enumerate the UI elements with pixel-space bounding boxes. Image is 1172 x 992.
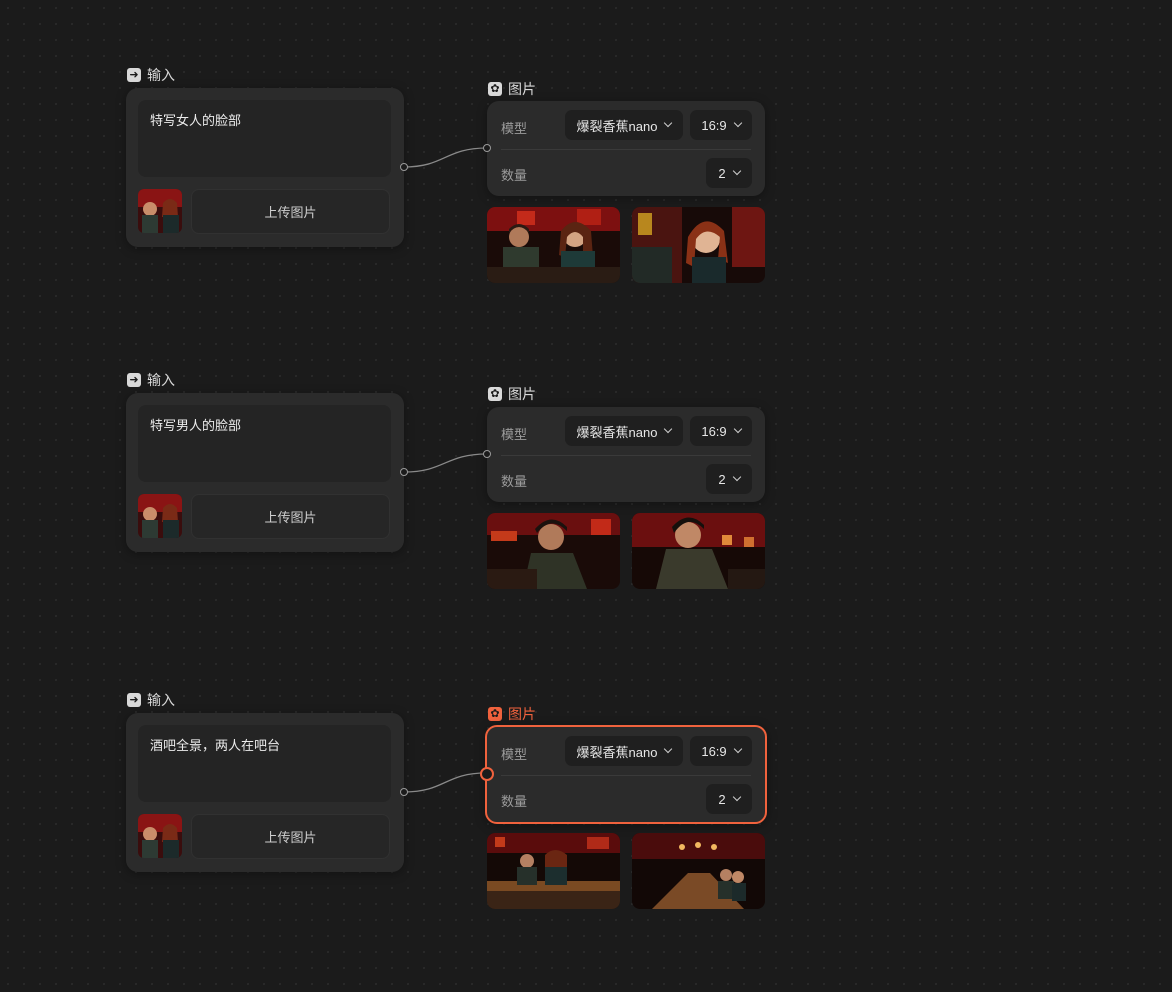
generated-image-content bbox=[632, 207, 765, 283]
connection-wire bbox=[403, 147, 488, 168]
count-select[interactable]: 2 bbox=[706, 158, 752, 188]
count-value: 2 bbox=[718, 165, 726, 181]
output-port[interactable] bbox=[400, 163, 408, 171]
count-value: 2 bbox=[718, 791, 726, 807]
image-icon: ✿ bbox=[488, 707, 502, 721]
image-icon: ✿ bbox=[488, 387, 502, 401]
input-port-active[interactable] bbox=[480, 767, 494, 781]
generated-image[interactable] bbox=[632, 833, 765, 909]
model-value: 爆裂香蕉nano bbox=[576, 118, 658, 134]
image-node-title: ✿ 图片 bbox=[488, 704, 536, 724]
count-label: 数量 bbox=[501, 794, 528, 809]
count-value: 2 bbox=[718, 471, 726, 487]
chevron-down-icon bbox=[733, 744, 742, 754]
chevron-down-icon bbox=[732, 166, 741, 176]
model-label: 模型 bbox=[501, 121, 528, 136]
upload-image-button[interactable]: 上传图片 bbox=[191, 494, 390, 539]
input-port[interactable] bbox=[483, 450, 491, 458]
generated-image-content bbox=[632, 833, 765, 909]
generated-image[interactable] bbox=[632, 513, 765, 589]
divider bbox=[501, 455, 751, 456]
image-node-label: 图片 bbox=[508, 706, 536, 722]
workflow-canvas[interactable]: ➜ 输入 特写女人的脸部 上传图片 ✿ 图片 模型 爆裂香蕉nano 16:9 … bbox=[0, 0, 1172, 992]
ratio-value: 16:9 bbox=[701, 117, 727, 133]
ratio-select[interactable]: 16:9 bbox=[690, 110, 752, 140]
generated-image-content bbox=[487, 513, 620, 589]
prompt-textarea[interactable]: 酒吧全景，两人在吧台 bbox=[138, 725, 391, 802]
image-node[interactable]: 模型 爆裂香蕉nano 16:9 数量 2 bbox=[487, 101, 765, 196]
ratio-value: 16:9 bbox=[701, 743, 727, 759]
model-select[interactable]: 爆裂香蕉nano bbox=[565, 110, 683, 140]
count-label: 数量 bbox=[501, 474, 528, 489]
reference-image[interactable] bbox=[138, 189, 182, 233]
generated-image-content bbox=[487, 833, 620, 909]
ratio-value: 16:9 bbox=[701, 423, 727, 439]
reference-thumbnail bbox=[138, 494, 182, 538]
model-label: 模型 bbox=[501, 427, 528, 442]
upload-image-button[interactable]: 上传图片 bbox=[191, 814, 390, 859]
input-node[interactable]: 酒吧全景，两人在吧台 上传图片 bbox=[126, 713, 404, 872]
image-icon: ✿ bbox=[488, 82, 502, 96]
model-value: 爆裂香蕉nano bbox=[576, 424, 658, 440]
chevron-down-icon bbox=[732, 792, 741, 802]
divider bbox=[501, 149, 751, 150]
generated-image-content bbox=[487, 207, 620, 283]
ratio-select[interactable]: 16:9 bbox=[690, 736, 752, 766]
reference-image[interactable] bbox=[138, 814, 182, 858]
image-node[interactable]: 模型 爆裂香蕉nano 16:9 数量 2 bbox=[487, 407, 765, 502]
input-node[interactable]: 特写男人的脸部 上传图片 bbox=[126, 393, 404, 552]
image-node-title: ✿ 图片 bbox=[488, 79, 536, 99]
chevron-down-icon bbox=[732, 472, 741, 482]
model-value: 爆裂香蕉nano bbox=[576, 744, 658, 760]
generated-image-content bbox=[632, 513, 765, 589]
reference-thumbnail bbox=[138, 189, 182, 233]
image-node-title: ✿ 图片 bbox=[488, 384, 536, 404]
input-node-label: 输入 bbox=[147, 67, 175, 83]
reference-image[interactable] bbox=[138, 494, 182, 538]
image-node-label: 图片 bbox=[508, 386, 536, 402]
upload-image-button[interactable]: 上传图片 bbox=[191, 189, 390, 234]
model-label: 模型 bbox=[501, 747, 528, 762]
connection-wire bbox=[403, 772, 487, 793]
chevron-down-icon bbox=[733, 118, 742, 128]
input-node-label: 输入 bbox=[147, 372, 175, 388]
output-port[interactable] bbox=[400, 788, 408, 796]
divider bbox=[501, 775, 751, 776]
prompt-textarea[interactable]: 特写男人的脸部 bbox=[138, 405, 391, 482]
chevron-down-icon bbox=[664, 744, 673, 754]
chevron-down-icon bbox=[664, 118, 673, 128]
input-arrow-icon: ➜ bbox=[127, 693, 141, 707]
model-select[interactable]: 爆裂香蕉nano bbox=[565, 416, 683, 446]
connection-wire bbox=[403, 453, 488, 473]
generated-image[interactable] bbox=[487, 513, 620, 589]
ratio-select[interactable]: 16:9 bbox=[690, 416, 752, 446]
input-node[interactable]: 特写女人的脸部 上传图片 bbox=[126, 88, 404, 247]
count-select[interactable]: 2 bbox=[706, 784, 752, 814]
generated-image[interactable] bbox=[487, 833, 620, 909]
image-node-label: 图片 bbox=[508, 81, 536, 97]
chevron-down-icon bbox=[664, 424, 673, 434]
generated-image[interactable] bbox=[632, 207, 765, 283]
input-port[interactable] bbox=[483, 144, 491, 152]
chevron-down-icon bbox=[733, 424, 742, 434]
image-node-selected[interactable]: 模型 爆裂香蕉nano 16:9 数量 2 bbox=[485, 725, 767, 824]
model-select[interactable]: 爆裂香蕉nano bbox=[565, 736, 683, 766]
generated-image[interactable] bbox=[487, 207, 620, 283]
count-select[interactable]: 2 bbox=[706, 464, 752, 494]
input-arrow-icon: ➜ bbox=[127, 373, 141, 387]
input-node-title: ➜ 输入 bbox=[127, 370, 175, 390]
output-port[interactable] bbox=[400, 468, 408, 476]
reference-thumbnail bbox=[138, 814, 182, 858]
prompt-textarea[interactable]: 特写女人的脸部 bbox=[138, 100, 391, 177]
input-node-label: 输入 bbox=[147, 692, 175, 708]
input-arrow-icon: ➜ bbox=[127, 68, 141, 82]
input-node-title: ➜ 输入 bbox=[127, 690, 175, 710]
count-label: 数量 bbox=[501, 168, 528, 183]
input-node-title: ➜ 输入 bbox=[127, 65, 175, 85]
